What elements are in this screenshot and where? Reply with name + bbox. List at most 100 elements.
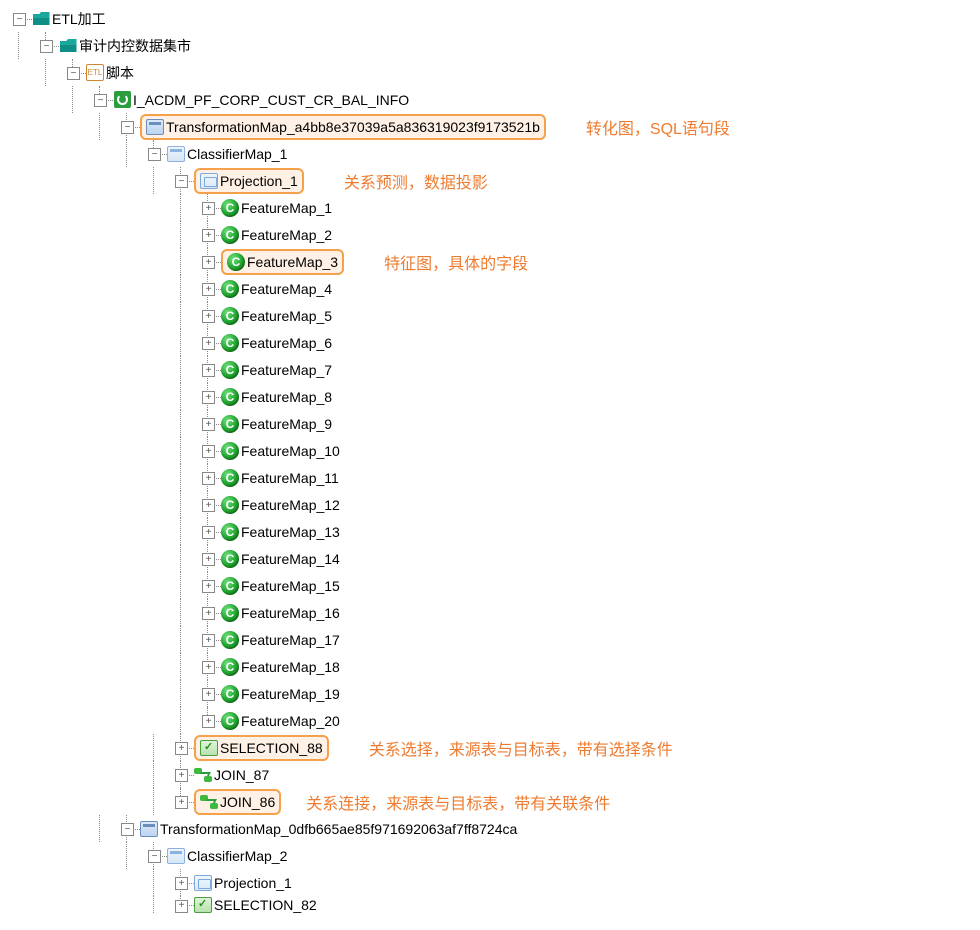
collapse-toggle[interactable]: − [121,121,134,134]
node-label: FeatureMap_16 [241,605,340,621]
tree-node-feature[interactable]: + CFeatureMap_16 [5,599,980,626]
tree-node-feature[interactable]: + CFeatureMap_20 [5,707,980,734]
tree-node-sub1[interactable]: − 审计内控数据集市 [5,32,980,59]
highlight-box: TransformationMap_a4bb8e37039a5a83631902… [140,114,546,140]
expand-toggle[interactable]: + [202,391,215,404]
highlight-box: CFeatureMap_3 [221,249,344,275]
map-icon [167,145,185,163]
collapse-toggle[interactable]: − [148,850,161,863]
expand-toggle[interactable]: + [202,472,215,485]
tree-node-classifier1[interactable]: − ClassifierMap_1 [5,140,980,167]
expand-toggle[interactable]: + [202,310,215,323]
collapse-toggle[interactable]: − [175,175,188,188]
feature-c-icon: C [221,226,239,244]
tree-node-feature[interactable]: +CFeatureMap_8 [5,383,980,410]
expand-toggle[interactable]: + [202,418,215,431]
node-label: JOIN_86 [220,794,275,810]
expand-toggle[interactable]: + [175,769,188,782]
tree-node-feature[interactable]: +CFeatureMap_9 [5,410,980,437]
tree-node-feature[interactable]: +CFeatureMap_6 [5,329,980,356]
expand-toggle[interactable]: + [202,661,215,674]
expand-toggle[interactable]: + [202,229,215,242]
tree-node-feature[interactable]: +CFeatureMap_4 [5,275,980,302]
tree-node-feature[interactable]: + CFeatureMap_12 [5,491,980,518]
tree-node-feature[interactable]: + CFeatureMap_17 [5,626,980,653]
tree-node-selection88[interactable]: + SELECTION_88 关系选择，来源表与目标表，带有选择条件 [5,734,980,761]
tree-node-join86[interactable]: + JOIN_86 关系连接，来源表与目标表，带有关联条件 [5,788,980,815]
expand-toggle[interactable]: + [202,634,215,647]
node-label: FeatureMap_15 [241,578,340,594]
tree-node-feature[interactable]: +CFeatureMap_19 [5,680,980,707]
annotation: 转化图，SQL语句段 [586,115,730,139]
node-label: FeatureMap_12 [241,497,340,513]
expand-toggle[interactable]: + [202,607,215,620]
node-label: FeatureMap_17 [241,632,340,648]
node-label: FeatureMap_13 [241,524,340,540]
tree-node-tmap2[interactable]: − TransformationMap_0dfb665ae85f97169206… [5,815,980,842]
feature-c-icon: C [221,307,239,325]
tree-node-feature[interactable]: +CFeatureMap_1 [5,194,980,221]
feature-c-icon: C [221,280,239,298]
feature-c-icon: C [221,496,239,514]
expand-toggle[interactable]: + [202,688,215,701]
tree-node-feature[interactable]: + CFeatureMap_3 特征图，具体的字段 [5,248,980,275]
tree-node-feature[interactable]: +CFeatureMap_11 [5,464,980,491]
collapse-toggle[interactable]: − [94,94,107,107]
feature-c-icon: C [221,604,239,622]
tree-node-tmap1[interactable]: − TransformationMap_a4bb8e37039a5a836319… [5,113,980,140]
node-label: FeatureMap_5 [241,308,332,324]
collapse-toggle[interactable]: − [13,13,26,26]
feature-c-icon: C [221,442,239,460]
expand-toggle[interactable]: + [175,877,188,890]
tree-node-feature[interactable]: +CFeatureMap_7 [5,356,980,383]
expand-toggle[interactable]: + [202,202,215,215]
expand-toggle[interactable]: + [202,283,215,296]
etl-icon: ETL [86,64,104,82]
expand-toggle[interactable]: + [202,445,215,458]
collapse-toggle[interactable]: − [40,40,53,53]
tree-node-root[interactable]: − ETL加工 [5,5,980,32]
tree-node-job[interactable]: − I_ACDM_PF_CORP_CUST_CR_BAL_INFO [5,86,980,113]
node-label: FeatureMap_3 [247,254,338,270]
tree-node-feature[interactable]: +CFeatureMap_10 [5,437,980,464]
expand-toggle[interactable]: + [202,256,215,269]
node-label: FeatureMap_11 [241,470,339,486]
tree-node-join87[interactable]: + JOIN_87 [5,761,980,788]
map-icon [146,118,164,136]
node-label: FeatureMap_20 [241,713,340,729]
expand-toggle[interactable]: + [175,742,188,755]
tree-node-projection2[interactable]: + Projection_1 [5,869,980,896]
expand-toggle[interactable]: + [202,526,215,539]
collapse-toggle[interactable]: − [67,67,80,80]
tree-node-scripts[interactable]: − ETL 脚本 [5,59,980,86]
node-label: TransformationMap_0dfb665ae85f971692063a… [160,821,517,837]
selection-icon [200,739,218,757]
tree-node-feature[interactable]: +CFeatureMap_15 [5,572,980,599]
feature-c-icon: C [221,523,239,541]
tree-node-feature[interactable]: + CFeatureMap_5 [5,302,980,329]
expand-toggle[interactable]: + [202,337,215,350]
feature-c-icon: C [221,658,239,676]
tree-node-feature[interactable]: + CFeatureMap_13 [5,518,980,545]
expand-toggle[interactable]: + [175,796,188,809]
expand-toggle[interactable]: + [202,715,215,728]
feature-c-icon: C [221,712,239,730]
expand-toggle[interactable]: + [202,553,215,566]
map-icon [140,820,158,838]
tree-node-selection82[interactable]: + SELECTION_82 [5,896,980,914]
collapse-toggle[interactable]: − [121,823,134,836]
tree-node-feature[interactable]: +CFeatureMap_2 [5,221,980,248]
annotation: 特征图，具体的字段 [384,250,528,274]
tree-node-feature[interactable]: +CFeatureMap_18 [5,653,980,680]
tree-node-classifier2[interactable]: − ClassifierMap_2 [5,842,980,869]
node-label: FeatureMap_8 [241,389,332,405]
tree-node-projection1[interactable]: − Projection_1 关系预测，数据投影 [5,167,980,194]
node-label: 脚本 [106,63,134,83]
collapse-toggle[interactable]: − [148,148,161,161]
expand-toggle[interactable]: + [202,499,215,512]
expand-toggle[interactable]: + [175,900,188,913]
expand-toggle[interactable]: + [202,364,215,377]
tree-node-feature[interactable]: +CFeatureMap_14 [5,545,980,572]
feature-c-icon: C [221,631,239,649]
expand-toggle[interactable]: + [202,580,215,593]
